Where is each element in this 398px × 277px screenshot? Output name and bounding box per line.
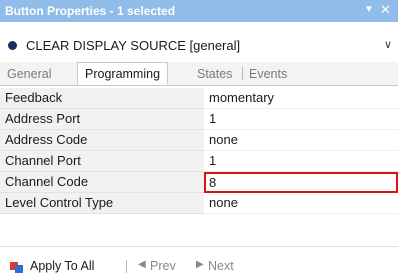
property-row-address-port: Address Port 1 — [0, 109, 398, 130]
property-name: Address Port — [0, 109, 204, 130]
tab-states[interactable]: States — [197, 64, 232, 84]
window-title: Button Properties - 1 selected — [5, 4, 176, 18]
next-button[interactable]: Next — [208, 259, 234, 273]
close-icon[interactable]: ✕ — [380, 2, 391, 18]
tab-divider — [242, 67, 243, 80]
chevron-down-icon[interactable]: ∨ — [384, 38, 392, 51]
property-value[interactable]: momentary — [204, 88, 398, 109]
property-value[interactable]: none — [204, 130, 398, 151]
prev-arrow-icon[interactable]: ◀ — [138, 259, 146, 270]
property-grid: Feedback momentary Address Port 1 Addres… — [0, 88, 398, 214]
property-row-channel-code: Channel Code 8 — [0, 172, 398, 193]
state-dot-icon — [8, 40, 17, 50]
tab-general[interactable]: General — [7, 64, 51, 84]
property-row-address-code: Address Code none — [0, 130, 398, 151]
tab-events[interactable]: Events — [249, 64, 287, 84]
footer-separator — [126, 260, 127, 273]
property-name: Channel Code — [0, 172, 204, 193]
tab-bar: General Programming States Events — [0, 62, 398, 86]
title-bar: Button Properties - 1 selected ▼ ✕ — [0, 0, 398, 22]
property-value[interactable]: 1 — [204, 151, 398, 172]
property-row-channel-port: Channel Port 1 — [0, 151, 398, 172]
next-arrow-icon[interactable]: ▶ — [196, 259, 204, 270]
property-name: Feedback — [0, 88, 204, 109]
property-row-feedback: Feedback momentary — [0, 88, 398, 109]
property-row-level-control-type: Level Control Type none — [0, 193, 398, 214]
element-selector[interactable]: CLEAR DISPLAY SOURCE [general] ∨ — [0, 34, 398, 56]
apply-to-all-button[interactable]: Apply To All — [30, 259, 94, 273]
selector-value: CLEAR DISPLAY SOURCE [general] — [26, 37, 241, 53]
property-value[interactable]: 1 — [204, 109, 398, 130]
property-name: Address Code — [0, 130, 204, 151]
footer-toolbar: Apply To All ◀ Prev ▶ Next — [0, 257, 398, 277]
pin-icon[interactable]: ▼ — [364, 4, 374, 15]
apply-to-all-icon — [10, 262, 23, 273]
property-name: Channel Port — [0, 151, 204, 172]
tab-programming[interactable]: Programming — [77, 62, 169, 85]
property-name: Level Control Type — [0, 193, 204, 214]
property-value[interactable]: none — [204, 193, 398, 214]
prev-button[interactable]: Prev — [150, 259, 176, 273]
channel-code-input[interactable]: 8 — [204, 172, 398, 193]
footer-divider — [0, 246, 398, 247]
